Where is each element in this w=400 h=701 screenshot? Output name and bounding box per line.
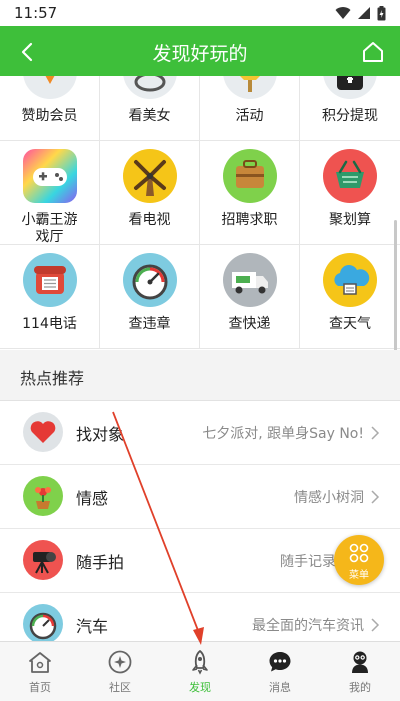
speedometer-icon	[123, 253, 177, 307]
status-time: 11:57	[14, 4, 58, 22]
feature-grid: 赞助会员 看美女 活动 积分提现 小霸王游 戏厅 看电视 招聘求职 聚划算 11…	[0, 76, 400, 350]
bottom-tab-bar: 首页 社区 发现 消息 我的	[0, 641, 400, 701]
status-bar: 11:57	[0, 0, 400, 26]
tab-messages[interactable]: 消息	[240, 642, 320, 701]
grid-item-tv[interactable]: 看电视	[100, 140, 200, 244]
points-cash-icon	[323, 76, 377, 99]
grid-item-beauty[interactable]: 看美女	[100, 76, 200, 140]
windmill-tv-icon	[123, 149, 177, 203]
grid-item-activity[interactable]: 活动	[200, 76, 300, 140]
grid-item-sponsor[interactable]: 赞助会员	[0, 76, 100, 140]
truck-icon	[223, 253, 277, 307]
grid-item-label: 聚划算	[329, 212, 371, 228]
tab-label: 消息	[269, 681, 291, 694]
list-item-desc: 最全面的汽车资讯	[252, 618, 364, 634]
cloud-icon	[323, 253, 377, 307]
hot-list: 找对象 七夕派对, 跟单身Say No! 情感 情感小树洞 随手拍 随手记录生活…	[0, 401, 400, 641]
grid-item-label: 查天气	[329, 316, 371, 332]
chevron-right-icon	[371, 490, 380, 504]
menu-fab-button[interactable]: 菜单	[334, 535, 384, 585]
grid-item-label: 看美女	[128, 108, 171, 124]
scrollbar-thumb[interactable]	[394, 220, 397, 370]
header-bar: 发现好玩的	[0, 26, 400, 76]
tab-home[interactable]: 首页	[0, 642, 80, 701]
grid-item-express[interactable]: 查快递	[200, 244, 300, 348]
grid-row: 赞助会员 看美女 活动 积分提现	[0, 76, 400, 141]
list-item-emotion[interactable]: 情感 情感小树洞	[0, 465, 400, 529]
grid-item-label: 积分提现	[322, 108, 378, 124]
chevron-right-icon	[371, 618, 380, 632]
grid-item-deals[interactable]: 聚划算	[300, 140, 400, 244]
list-item-desc: 情感小树洞	[294, 490, 364, 506]
list-item-title: 找对象	[76, 425, 125, 444]
grid-item-label: 招聘求职	[221, 212, 278, 228]
tab-label: 我的	[349, 681, 371, 694]
grid-item-label: 活动	[235, 108, 264, 124]
page-title: 发现好玩的	[152, 43, 248, 65]
home-outline-icon[interactable]	[358, 37, 388, 67]
chevron-right-icon	[371, 426, 380, 440]
list-item-desc: 七夕派对, 跟单身Say No!	[202, 426, 364, 442]
grid-item-label: 小霸王游 戏厅	[21, 212, 78, 245]
grid-item-game-hall[interactable]: 小霸王游 戏厅	[0, 140, 100, 245]
tab-discover[interactable]: 发现	[160, 642, 240, 701]
home-icon	[29, 652, 51, 673]
tab-label: 发现	[189, 681, 211, 694]
tab-label: 社区	[109, 681, 131, 694]
grid-item-points-cash[interactable]: 积分提现	[300, 76, 400, 140]
section-header: 热点推荐	[0, 350, 400, 401]
grid-item-label: 看电视	[128, 212, 171, 228]
suitcase-icon	[223, 149, 277, 203]
sponsor-icon	[23, 76, 77, 99]
signal-icon	[358, 7, 370, 19]
grid-item-label: 查违章	[128, 316, 171, 332]
grid-item-jobs[interactable]: 招聘求职	[200, 140, 300, 244]
grid-row: 114电话 查违章 查快递 查天气	[0, 244, 400, 349]
heart-icon	[23, 412, 63, 452]
rocket-icon	[192, 650, 208, 675]
wifi-icon	[335, 7, 351, 20]
flower-pot-icon	[23, 476, 63, 516]
grid-row: 小霸王游 戏厅 看电视 招聘求职 聚划算	[0, 140, 400, 245]
grid-menu-icon	[349, 543, 369, 563]
grid-item-phone-114[interactable]: 114电话	[0, 244, 100, 348]
list-item-title: 随手拍	[76, 553, 125, 572]
battery-icon	[377, 5, 386, 20]
activity-icon	[223, 76, 277, 99]
profile-icon	[352, 651, 368, 673]
tab-profile[interactable]: 我的	[320, 642, 400, 701]
grid-item-label: 114电话	[22, 316, 77, 332]
gamepad-icon	[23, 149, 77, 203]
grid-item-label: 赞助会员	[21, 108, 78, 124]
tab-label: 首页	[29, 681, 51, 694]
message-icon	[269, 652, 291, 672]
grid-item-violations[interactable]: 查违章	[100, 244, 200, 348]
list-item-title: 汽车	[76, 617, 109, 636]
list-item-dating[interactable]: 找对象 七夕派对, 跟单身Say No!	[0, 401, 400, 465]
beauty-icon	[123, 76, 177, 99]
section-title: 热点推荐	[20, 369, 85, 388]
fab-label: 菜单	[349, 570, 369, 581]
tab-community[interactable]: 社区	[80, 642, 160, 701]
car-gauge-icon	[23, 604, 63, 641]
grid-item-weather[interactable]: 查天气	[300, 244, 400, 348]
list-item-title: 情感	[76, 489, 109, 508]
community-icon	[108, 650, 132, 674]
basket-icon	[323, 149, 377, 203]
status-icons	[335, 5, 386, 21]
camera-tripod-icon	[23, 540, 63, 580]
list-item-cars[interactable]: 汽车 最全面的汽车资讯	[0, 593, 400, 641]
telephone-icon	[23, 253, 77, 307]
grid-item-label: 查快递	[228, 316, 271, 332]
